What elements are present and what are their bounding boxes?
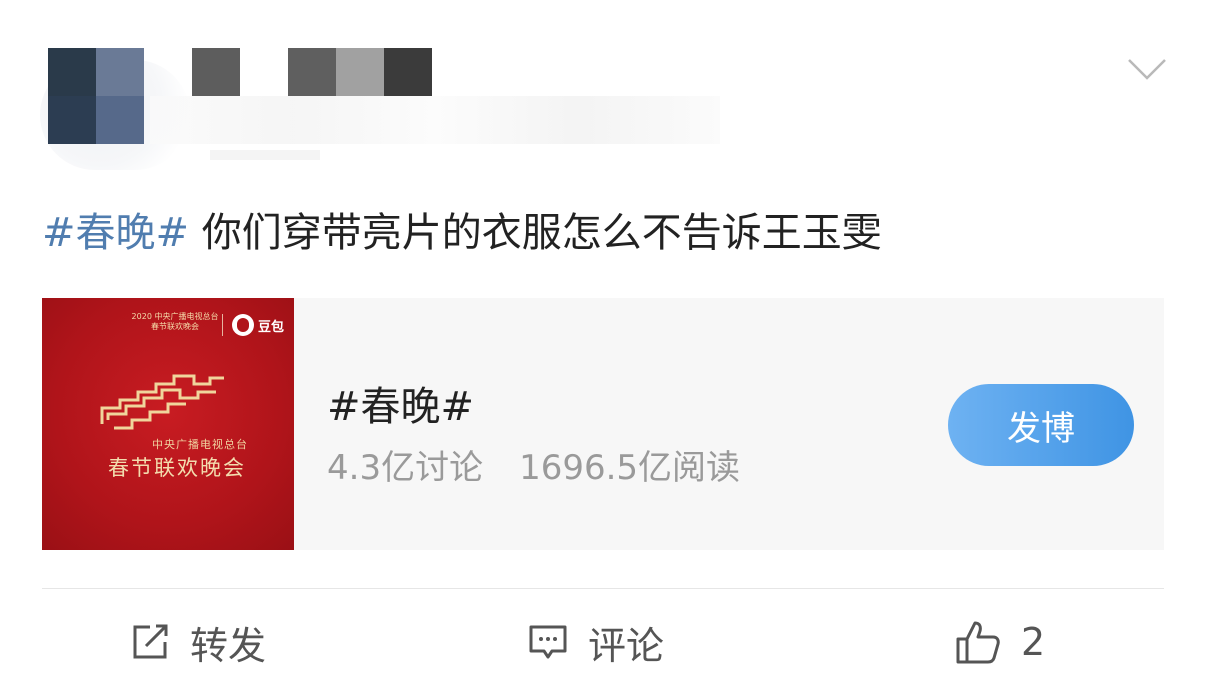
avatar-pixel [96, 48, 144, 96]
post-meta-redacted [210, 150, 320, 160]
repost-label: 转发 [190, 623, 267, 668]
thumbnail-line1: 中央广播电视总台 [152, 438, 248, 451]
post-to-topic-button[interactable]: 发博 [948, 384, 1134, 466]
topic-card[interactable]: 2020 中央广播电视总台 春节联欢晚会 豆包 中央广播电视总台 春节联欢晚会 … [42, 298, 1164, 550]
comment-button[interactable]: 评论 [528, 612, 664, 672]
post-meta-redacted [150, 96, 720, 144]
thumbs-up-icon [956, 621, 1000, 664]
comment-icon [529, 625, 567, 659]
topic-thumbnail: 2020 中央广播电视总台 春节联欢晚会 豆包 中央广播电视总台 春节联欢晚会 [42, 298, 294, 550]
thumbnail-caption: 2020 中央广播电视总台 春节联欢晚会 [131, 312, 219, 331]
chevron-down-icon[interactable] [1127, 56, 1167, 82]
spring-gala-logo-icon [100, 374, 224, 430]
avatar[interactable] [48, 48, 96, 96]
comment-label: 评论 [588, 623, 665, 668]
like-button[interactable]: 2 [955, 612, 1045, 672]
topic-stats: 4.3亿讨论 1696.5亿阅读 [327, 440, 740, 489]
hashtag-link[interactable]: #春晚# [42, 210, 189, 256]
thumbnail-line2: 春节联欢晚会 [108, 456, 246, 480]
avatar-pixel [96, 96, 144, 144]
post-content: #春晚# 你们穿带亮片的衣服怎么不告诉王玉雯 [42, 205, 882, 261]
read-count: 1696.5亿阅读 [519, 448, 741, 488]
repost-button[interactable]: 转发 [130, 612, 266, 672]
thumbnail-brand: 豆包 [258, 320, 285, 335]
topic-title[interactable]: #春晚# [327, 374, 474, 432]
repost-icon [133, 624, 168, 659]
username-redacted[interactable] [192, 48, 432, 96]
like-count: 2 [1021, 620, 1046, 664]
avatar-pixel [48, 96, 96, 144]
post-body: 你们穿带亮片的衣服怎么不告诉王玉雯 [189, 210, 882, 256]
divider [42, 588, 1164, 589]
discussion-count: 4.3亿讨论 [327, 448, 484, 488]
brand-logo-icon [232, 314, 254, 336]
